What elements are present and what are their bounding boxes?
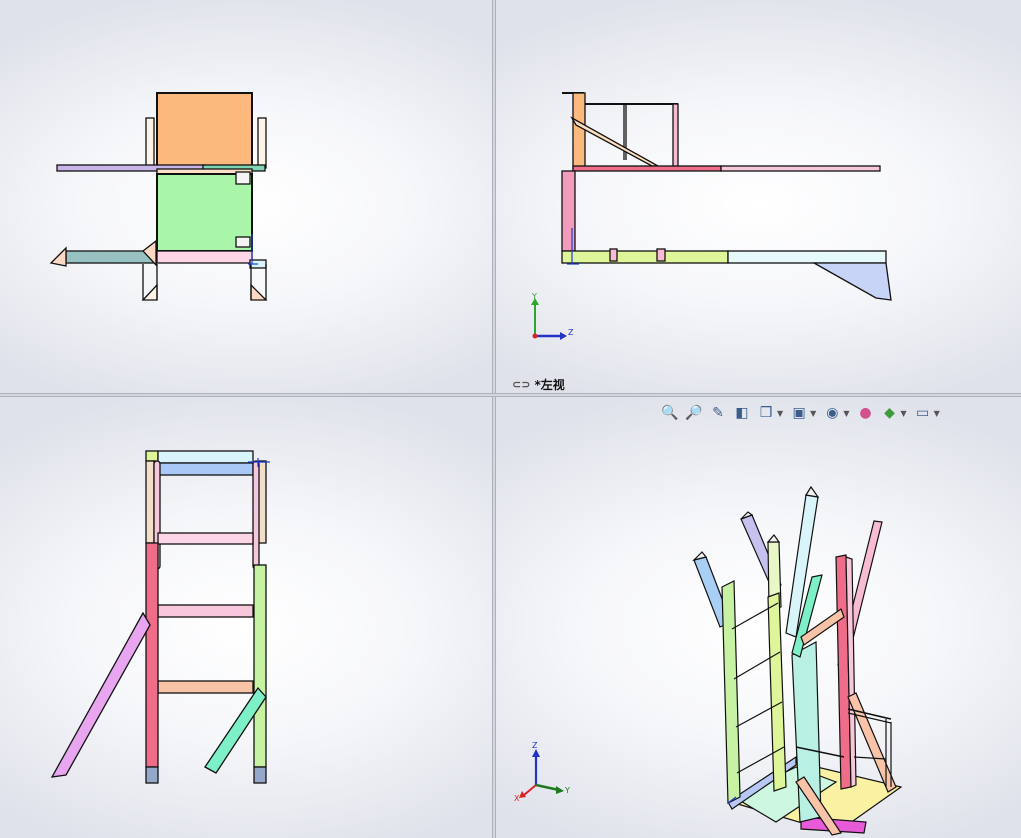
viewport-front-view[interactable] bbox=[0, 397, 492, 838]
triad-y-label: Y bbox=[564, 786, 570, 795]
left-view-model[interactable]: Y Z bbox=[496, 0, 1021, 393]
viewport-divider-vertical[interactable] bbox=[492, 0, 496, 838]
viewport-isometric-view[interactable]: 🔍 🔎 ✎ ◧ ❒ ▼ ▣ ▼ ◉ ▼ ● ◆ ▼ ▭ ▼ Z Y X bbox=[496, 397, 1021, 838]
triad-z-label: Z bbox=[568, 328, 574, 337]
view-name-label: ⊂⊃ *左视 bbox=[512, 376, 565, 393]
front-view-model[interactable] bbox=[0, 397, 492, 838]
triad-z-label: Z bbox=[532, 741, 538, 750]
viewport-top-view[interactable] bbox=[0, 0, 492, 393]
axis-triad-iso bbox=[519, 749, 564, 798]
top-view-model[interactable] bbox=[0, 0, 492, 393]
link-icon: ⊂⊃ bbox=[512, 378, 531, 391]
view-name-text: *左视 bbox=[534, 378, 565, 392]
triad-x-label: X bbox=[514, 794, 520, 803]
viewport-left-view[interactable]: Y Z ⊂⊃ *左视 bbox=[496, 0, 1021, 393]
viewport-divider-horizontal[interactable] bbox=[0, 393, 1021, 397]
axis-triad bbox=[531, 298, 567, 340]
isometric-model[interactable]: Z Y X bbox=[496, 397, 1021, 838]
triad-y-label: Y bbox=[531, 292, 537, 301]
